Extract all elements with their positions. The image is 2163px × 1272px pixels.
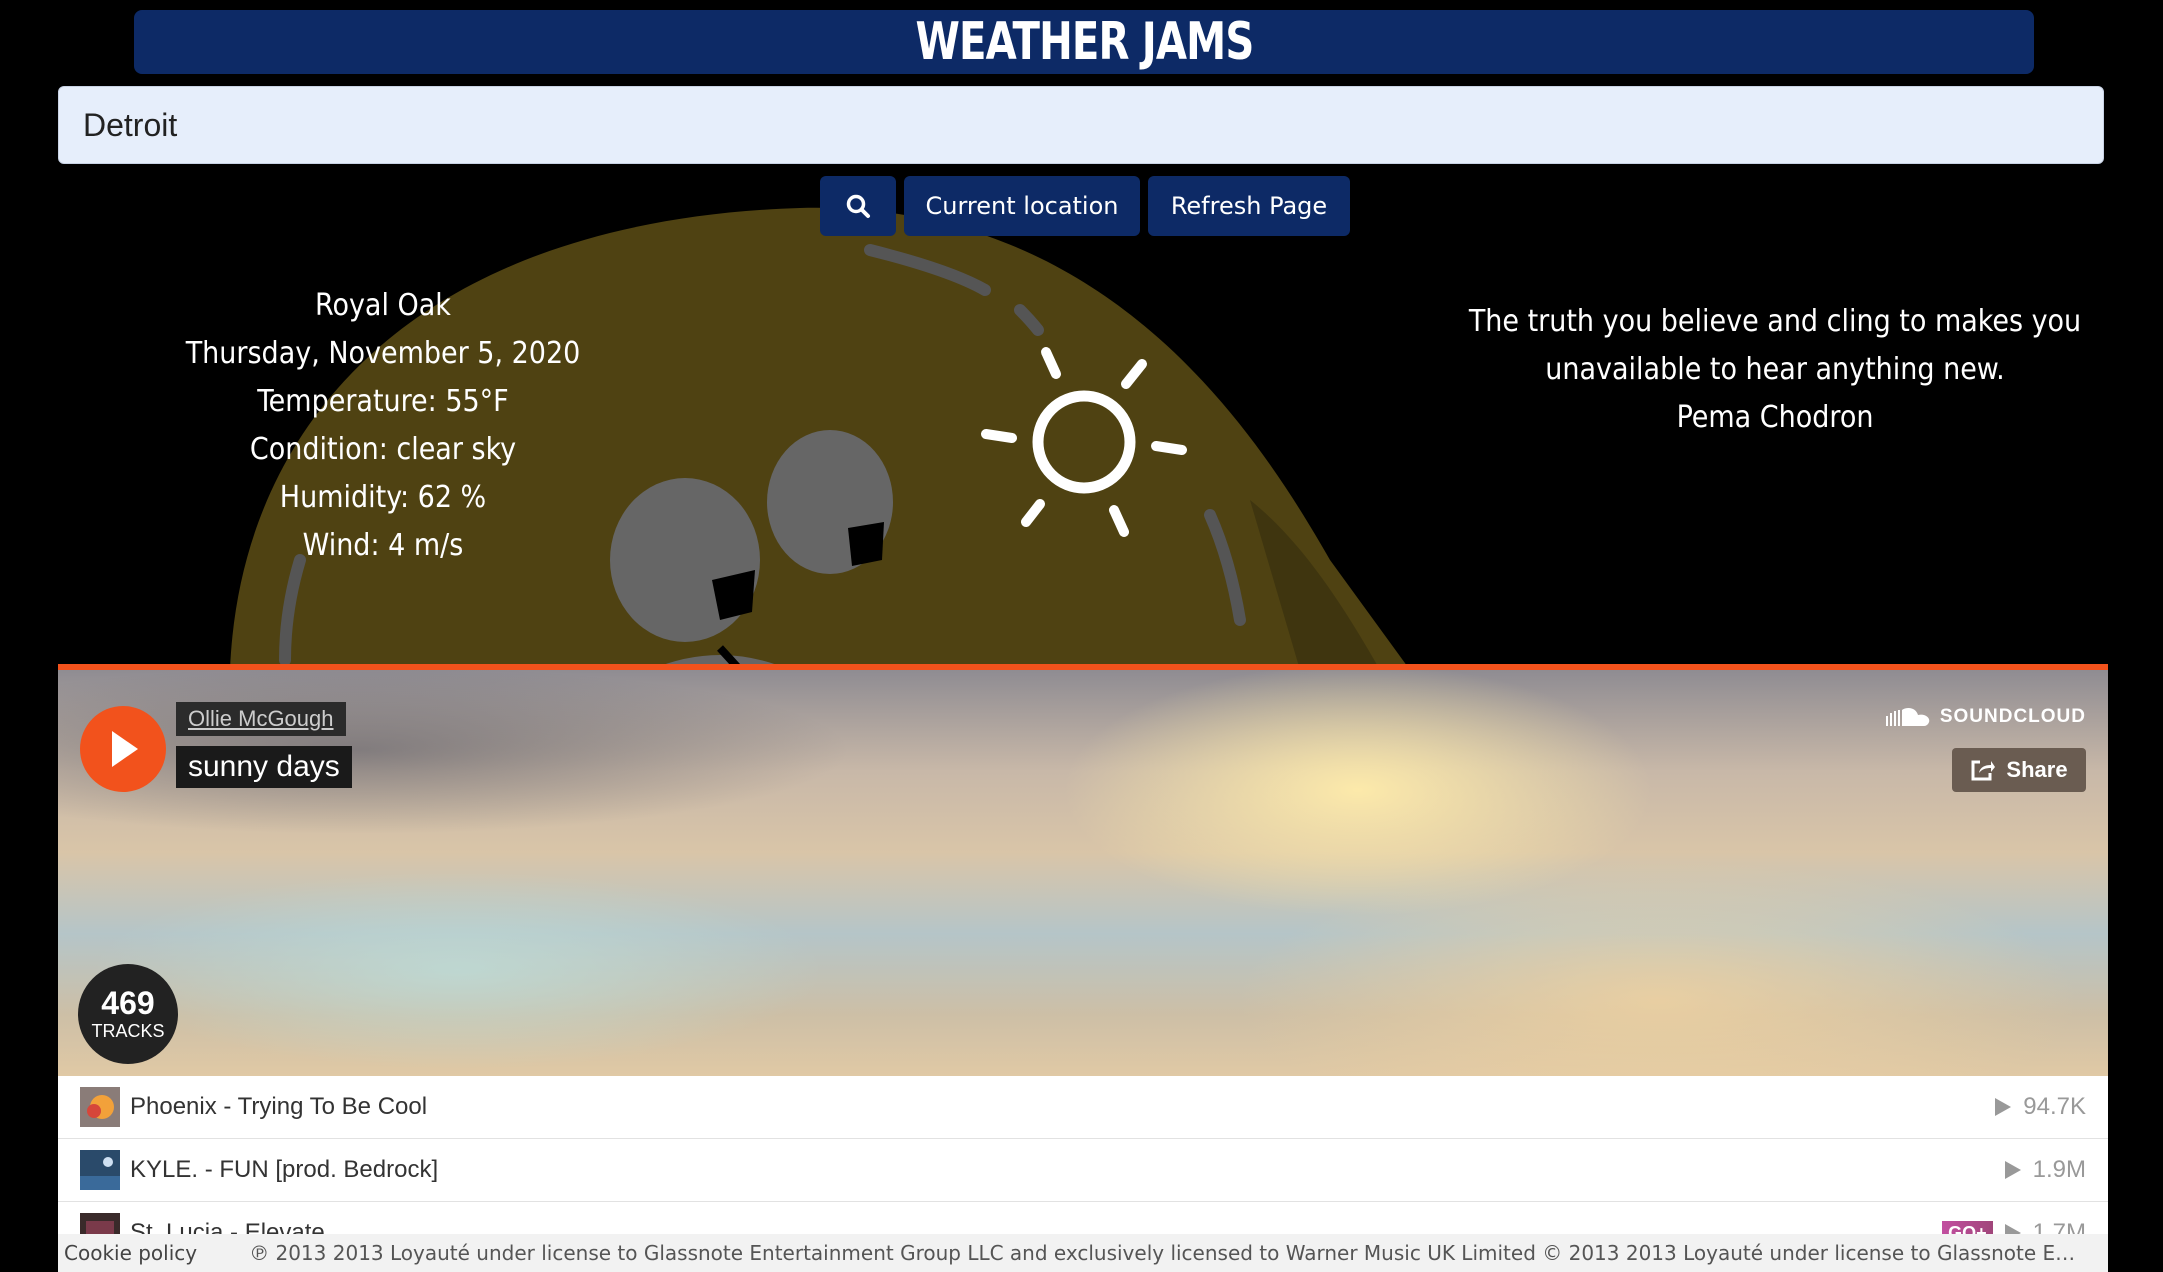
share-icon <box>1971 760 1996 781</box>
app-title: WEATHER JAMS <box>915 12 1254 72</box>
track-count: 469 <box>101 985 155 1021</box>
play-count: 1.9M <box>2004 1156 2086 1184</box>
weather-humidity: Humidity: 62 % <box>279 480 487 515</box>
track-row[interactable]: KYLE. - FUN [prod. Bedrock] 1.9M <box>58 1139 2108 1202</box>
track-name: Phoenix - Trying To Be Cool <box>130 1093 428 1120</box>
weather-date: Thursday, November 5, 2020 <box>185 336 581 371</box>
soundcloud-logo[interactable]: SOUNDCLOUD <box>1885 706 2086 728</box>
quote-author: Pema Chodron <box>1676 400 1874 435</box>
search-icon <box>846 194 870 218</box>
refresh-page-button[interactable]: Refresh Page <box>1148 176 1350 236</box>
city-search-input[interactable] <box>58 86 2104 164</box>
weather-wind: Wind: 4 m/s <box>302 528 464 563</box>
search-button[interactable] <box>820 176 896 236</box>
share-label: Share <box>2006 757 2068 782</box>
track-count-badge: 469 TRACKS <box>78 964 178 1064</box>
weather-condition: Condition: clear sky <box>249 432 517 467</box>
quote-text: The truth you believe and cling to makes… <box>1468 304 2082 387</box>
track-thumbnail <box>80 1087 120 1127</box>
artist-link[interactable]: Ollie McGough <box>176 702 346 736</box>
player-footer: Cookie policy ℗ 2013 2013 Loyauté under … <box>58 1234 2108 1272</box>
weather-city: Royal Oak <box>315 288 451 323</box>
track-title: sunny days <box>176 746 352 788</box>
play-count-icon <box>1995 1098 2012 1116</box>
track-name: KYLE. - FUN [prod. Bedrock] <box>130 1156 439 1183</box>
play-icon <box>112 731 138 767</box>
soundcloud-player: Ollie McGough sunny days SOUNDCLOUD Shar… <box>58 664 2108 1272</box>
soundcloud-brand: SOUNDCLOUD <box>1939 706 2086 727</box>
track-row[interactable]: Phoenix - Trying To Be Cool 94.7K <box>58 1076 2108 1139</box>
play-button[interactable] <box>80 706 166 792</box>
quote-block: The truth you believe and cling to makes… <box>1440 298 2110 442</box>
share-button[interactable]: Share <box>1952 748 2086 792</box>
track-artwork: Ollie McGough sunny days SOUNDCLOUD Shar… <box>58 664 2108 1076</box>
play-count-value: 1.9M <box>2032 1156 2086 1183</box>
sun-icon <box>981 347 1187 537</box>
play-count-icon <box>2004 1161 2021 1179</box>
track-count-label: TRACKS <box>91 1021 165 1041</box>
track-thumbnail <box>80 1150 120 1190</box>
weather-info: Royal Oak Thursday, November 5, 2020 Tem… <box>140 282 626 570</box>
cookie-policy-link[interactable]: Cookie policy <box>64 1241 197 1265</box>
copyright-text: ℗ 2013 2013 Loyauté under license to Gla… <box>249 1241 2079 1265</box>
action-buttons: Current location Refresh Page <box>820 176 1350 236</box>
weather-temperature: Temperature: 55°F <box>257 384 509 419</box>
soundcloud-icon <box>1885 707 1930 726</box>
app-header: WEATHER JAMS <box>134 10 2034 74</box>
play-count-value: 94.7K <box>2023 1093 2086 1120</box>
play-count: 94.7K <box>1995 1093 2086 1121</box>
current-location-button[interactable]: Current location <box>904 176 1140 236</box>
